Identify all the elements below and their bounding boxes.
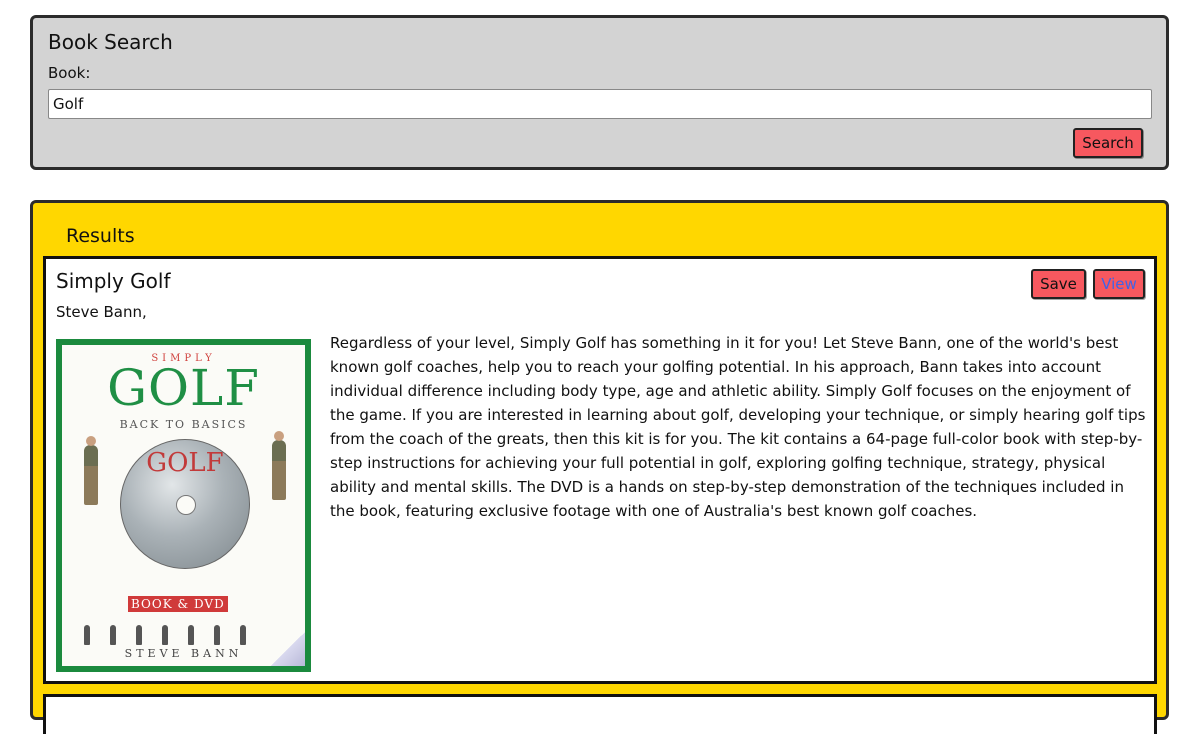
cover-golfer-figure xyxy=(272,431,286,500)
results-title: Results xyxy=(66,225,135,247)
book-description: Regardless of your level, Simply Golf ha… xyxy=(330,334,1146,520)
cover-golfer-figure xyxy=(84,436,98,505)
disc-hole xyxy=(176,495,196,515)
result-card xyxy=(43,694,1157,734)
result-card: Simply Golf Steve Bann, Save View SIMPLY… xyxy=(43,256,1157,684)
view-button[interactable]: View xyxy=(1093,269,1145,299)
cover-dvd-disc: GOLF xyxy=(120,439,250,569)
search-button[interactable]: Search xyxy=(1073,128,1143,158)
results-panel: Results Simply Golf Steve Bann, Save Vie… xyxy=(30,200,1169,734)
cover-banner: BOOK & DVD xyxy=(128,596,228,612)
book-author: Steve Bann, xyxy=(56,303,147,321)
cover-golfer-row xyxy=(84,625,246,645)
disc-golf-text: GOLF xyxy=(146,448,224,478)
cover-banner-text: BOOK & DVD xyxy=(128,596,228,612)
book-label: Book: xyxy=(48,64,91,82)
save-button[interactable]: Save xyxy=(1031,269,1086,299)
book-search-input[interactable] xyxy=(48,89,1152,119)
page-curl-icon xyxy=(271,632,305,666)
cover-subtitle-text: BACK TO BASICS xyxy=(119,418,248,431)
cover-author-text: STEVE BANN xyxy=(124,647,243,660)
book-cover-image: SIMPLY GOLF BACK TO BASICS GOLF BOOK & D… xyxy=(56,339,311,672)
book-search-panel: Book Search Book: Search xyxy=(30,15,1169,170)
book-title: Simply Golf xyxy=(56,269,171,293)
search-title: Book Search xyxy=(48,30,173,54)
cover-golf-text: GOLF xyxy=(107,359,260,417)
